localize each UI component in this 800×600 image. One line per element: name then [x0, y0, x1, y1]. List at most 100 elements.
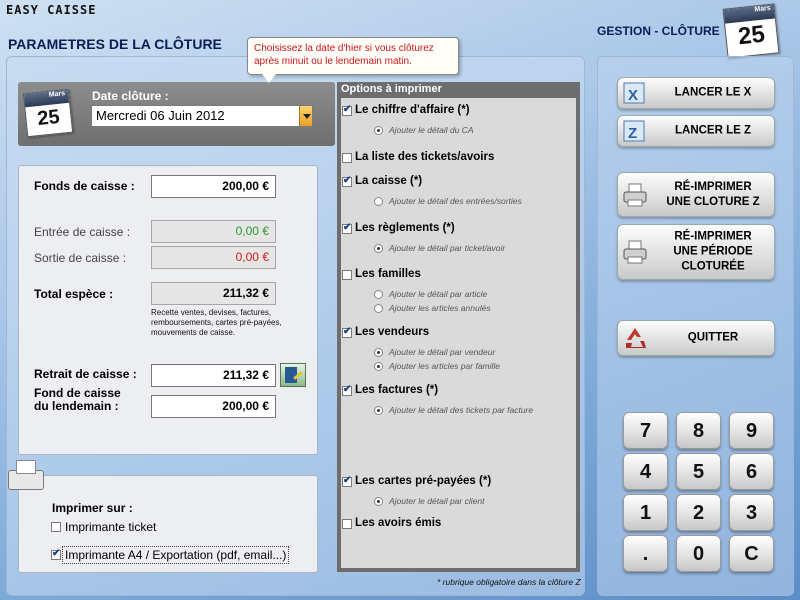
lancer-z-label: LANCER LE Z [674, 124, 752, 137]
calculator-icon[interactable] [280, 363, 306, 387]
option-checkbox[interactable] [342, 384, 352, 396]
keypad-key[interactable]: 1 [623, 494, 668, 531]
entree-value: 0,00 € [151, 220, 276, 243]
a4-printer-checkbox[interactable] [51, 548, 61, 560]
retrait-input[interactable]: 211,32 € [151, 364, 276, 387]
x-report-icon: X [622, 80, 648, 106]
fonds-input[interactable]: 200,00 € [151, 175, 276, 198]
chevron-down-icon[interactable] [299, 106, 312, 126]
printer-icon [6, 458, 48, 494]
app-title: EASY CAISSE [6, 3, 97, 17]
calendar-small-day: 25 [36, 105, 61, 130]
option-sub-label[interactable]: Ajouter le détail par vendeur [389, 347, 495, 357]
option-label[interactable]: Les avoirs émis [355, 517, 441, 529]
reimprimer-periode-label: RÉ-IMPRIMER UNE PÉRIODE CLOTURÉE [656, 230, 770, 275]
total-note: Recette ventes, devises, factures, rembo… [151, 308, 282, 337]
keypad-key[interactable]: 9 [729, 412, 774, 449]
option-checkbox[interactable] [342, 104, 352, 116]
option-label[interactable]: Les cartes pré-payées (*) [355, 475, 491, 487]
option-sub-radio[interactable] [374, 244, 383, 253]
option-sub-label[interactable]: Ajouter le détail par article [389, 289, 487, 299]
date-label: Date clôture : [92, 89, 169, 103]
option-label[interactable]: La liste des tickets/avoirs [355, 151, 494, 163]
option-sub-radio[interactable] [374, 197, 383, 206]
lancer-x-button[interactable]: X LANCER LE X [617, 77, 775, 109]
option-label[interactable]: Les familles [355, 268, 421, 280]
keypad-key[interactable]: 7 [623, 412, 668, 449]
option-sub-label[interactable]: Ajouter le détail du CA [389, 125, 474, 135]
printer-icon [622, 182, 648, 208]
reimprimer-z-line1: RÉ-IMPRIMER [674, 180, 752, 193]
option-checkbox[interactable] [342, 326, 352, 338]
quitter-label: QUITTER [687, 331, 739, 344]
option-sub-radio[interactable] [374, 304, 383, 313]
page-title: PARAMETRES DE LA CLÔTURE [8, 36, 222, 52]
option-sub-label[interactable]: Ajouter le détail des tickets par factur… [389, 405, 533, 415]
option-sub-radio[interactable] [374, 362, 383, 371]
fond-lendemain-input[interactable]: 200,00 € [151, 395, 276, 418]
printer-icon [622, 239, 648, 265]
option-sub-radio[interactable] [374, 290, 383, 299]
reimprimer-periode-button[interactable]: RÉ-IMPRIMER UNE PÉRIODE CLOTURÉE [617, 224, 775, 280]
option-sub-radio[interactable] [374, 406, 383, 415]
reimprimer-z-line2: UNE CLOTURE Z [666, 195, 760, 208]
option-sub-label[interactable]: Ajouter les articles annulés [389, 303, 491, 313]
option-sub-radio[interactable] [374, 126, 383, 135]
option-label[interactable]: Les factures (*) [355, 384, 438, 396]
z-report-icon: Z [622, 118, 648, 144]
keypad-key[interactable]: 0 [676, 535, 721, 572]
option-checkbox[interactable] [342, 222, 352, 234]
option-checkbox[interactable] [342, 175, 352, 187]
fond-lendemain-label: Fond de caisse du lendemain : [34, 387, 121, 413]
option-checkbox[interactable] [342, 475, 352, 487]
reimprimer-periode-line3: CLOTURÉE [681, 260, 745, 273]
a4-printer-label[interactable]: Imprimante A4 / Exportation (pdf, email.… [62, 546, 290, 564]
total-value: 211,32 € [151, 282, 276, 305]
option-sub-label[interactable]: Ajouter les articles par famille [389, 361, 500, 371]
calendar-day: 25 [736, 21, 767, 51]
section-title: GESTION - CLÔTURE [597, 24, 720, 38]
fonds-label: Fonds de caisse : [34, 179, 135, 193]
total-label: Total espèce : [34, 287, 114, 301]
date-select[interactable]: Mercredi 06 Juin 2012 [91, 105, 313, 127]
print-title: Imprimer sur : [52, 501, 133, 515]
option-sub-label[interactable]: Ajouter le détail des entrées/sorties [389, 196, 522, 206]
keypad-key[interactable]: . [623, 535, 668, 572]
date-tooltip: Choisissez la date d'hier si vous clôtur… [247, 37, 459, 83]
keypad-key[interactable]: 3 [729, 494, 774, 531]
calendar-icon: Mars 25 [722, 3, 780, 59]
option-label[interactable]: Les vendeurs [355, 326, 429, 338]
sortie-label: Sortie de caisse : [34, 251, 127, 265]
option-label[interactable]: Les règlements (*) [355, 222, 455, 234]
option-checkbox[interactable] [342, 153, 352, 163]
keypad-key[interactable]: 5 [676, 453, 721, 490]
keypad-key[interactable]: 6 [729, 453, 774, 490]
reimprimer-z-button[interactable]: RÉ-IMPRIMER UNE CLOTURE Z [617, 172, 775, 217]
lancer-z-button[interactable]: Z LANCER LE Z [617, 115, 775, 147]
quitter-button[interactable]: QUITTER [617, 320, 775, 356]
option-sub-radio[interactable] [374, 497, 383, 506]
sortie-value: 0,00 € [151, 246, 276, 269]
ticket-printer-checkbox[interactable] [51, 522, 61, 532]
keypad-key[interactable]: 4 [623, 453, 668, 490]
svg-text:X: X [628, 87, 638, 104]
fond-lendemain-label-line2: du lendemain : [34, 399, 119, 413]
keypad-key[interactable]: C [729, 535, 774, 572]
ticket-printer-label[interactable]: Imprimante ticket [65, 520, 156, 534]
print-options-title: Options à imprimer [341, 83, 442, 95]
keypad-key[interactable]: 2 [676, 494, 721, 531]
option-checkbox[interactable] [342, 270, 352, 280]
option-label[interactable]: Le chiffre d'affaire (*) [355, 104, 470, 116]
recycle-icon [622, 325, 648, 351]
calendar-small-icon: Mars 25 [22, 88, 74, 138]
option-sub-radio[interactable] [374, 348, 383, 357]
reimprimer-periode-line1: RÉ-IMPRIMER [674, 230, 752, 243]
option-checkbox[interactable] [342, 519, 352, 529]
mandatory-footnote: * rubrique obligatoire dans la clôture Z [437, 577, 581, 587]
option-sub-label[interactable]: Ajouter le détail par client [389, 496, 484, 506]
svg-text:Z: Z [628, 125, 637, 142]
retrait-label: Retrait de caisse : [34, 367, 137, 381]
option-sub-label[interactable]: Ajouter le détail par ticket/avoir [389, 243, 505, 253]
option-label[interactable]: La caisse (*) [355, 175, 422, 187]
keypad-key[interactable]: 8 [676, 412, 721, 449]
